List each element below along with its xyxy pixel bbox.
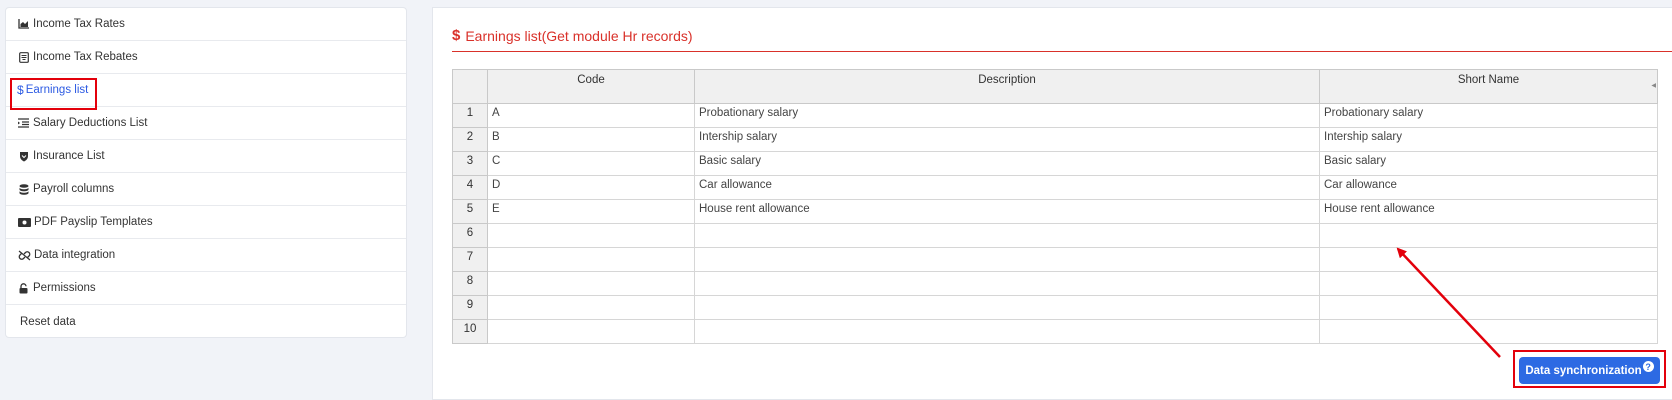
cell-short-name[interactable] [1319,223,1658,248]
receipt-icon [17,51,30,64]
help-icon[interactable]: ? [1642,361,1654,372]
page-title: $ Earnings list(Get module Hr records) [452,27,693,44]
list-indent-icon [17,117,30,130]
sidebar-item-label: Salary Deductions List [33,117,148,129]
chart-area-icon [17,18,30,31]
sidebar-item-salary-deductions-list[interactable]: Salary Deductions List [6,107,406,140]
cell-code[interactable] [487,295,695,320]
sidebar-item-label: Income Tax Rebates [33,51,138,63]
cell-short-name[interactable]: Intership salary [1319,127,1658,152]
table-row: 3 C Basic salary Basic salary [452,151,1658,176]
row-number[interactable]: 3 [452,151,488,176]
cell-code[interactable] [487,247,695,272]
cell-code[interactable] [487,319,695,344]
sidebar-item-label: PDF Payslip Templates [34,216,153,228]
money-bill-icon [17,216,31,229]
scroll-left-icon[interactable]: ◀ [1651,82,1656,89]
row-number[interactable]: 4 [452,175,488,200]
sidebar-item-payroll-columns[interactable]: Payroll columns [6,173,406,206]
table-row: 1 A Probationary salary Probationary sal… [452,103,1658,128]
sidebar-item-label: Payroll columns [33,183,115,195]
table-row: 6 [452,223,1658,248]
cell-code[interactable]: E [487,199,695,224]
cell-short-name[interactable]: Basic salary [1319,151,1658,176]
sidebar-item-pdf-payslip-templates[interactable]: PDF Payslip Templates [6,206,406,239]
cell-code[interactable] [487,223,695,248]
cell-description[interactable]: House rent allowance [694,199,1320,224]
cell-short-name[interactable] [1319,247,1658,272]
cell-description[interactable] [694,223,1320,248]
sidebar-item-label: Data integration [34,249,116,261]
sidebar-item-label: Insurance List [33,150,105,162]
cell-description[interactable] [694,247,1320,272]
cell-description[interactable] [694,295,1320,320]
page-title-text: Earnings list(Get module Hr records) [465,27,693,44]
sidebar-item-income-tax-rates[interactable]: Income Tax Rates [6,8,406,41]
sidebar-item-earnings-list[interactable]: $ Earnings list [6,74,406,110]
row-number[interactable]: 10 [452,319,488,344]
earnings-grid: Code Description Short Name ◀ 1 A Probat… [452,69,1658,344]
cell-code[interactable]: D [487,175,695,200]
table-row: 8 [452,271,1658,296]
unlink-icon [17,249,31,262]
cell-short-name[interactable]: Probationary salary [1319,103,1658,128]
cell-short-name[interactable]: House rent allowance [1319,199,1658,224]
main-panel: $ Earnings list(Get module Hr records) C… [432,7,1672,400]
cell-code[interactable]: B [487,127,695,152]
sidebar-item-label: Income Tax Rates [33,18,125,30]
row-number[interactable]: 8 [452,271,488,296]
cell-description[interactable]: Probationary salary [694,103,1320,128]
table-row: 4 D Car allowance Car allowance [452,175,1658,200]
cell-short-name[interactable] [1319,295,1658,320]
cell-code[interactable]: A [487,103,695,128]
sidebar-item-reset-data[interactable]: Reset data [6,305,406,338]
sidebar-item-label: Reset data [20,315,76,328]
table-row: 7 [452,247,1658,272]
sidebar-item-permissions[interactable]: Permissions [6,272,406,305]
title-divider [452,51,1672,52]
row-number[interactable]: 1 [452,103,488,128]
table-row: 5 E House rent allowance House rent allo… [452,199,1658,224]
cell-short-name[interactable] [1319,319,1658,344]
data-synchronization-label: Data synchronization [1525,364,1642,377]
cell-short-name[interactable] [1319,271,1658,296]
cell-code[interactable]: C [487,151,695,176]
sidebar-item-label: Permissions [33,282,96,294]
sidebar-item-income-tax-rebates[interactable]: Income Tax Rebates [6,41,406,74]
grid-corner-header[interactable] [452,69,488,104]
shield-icon [17,150,30,163]
row-number[interactable]: 5 [452,199,488,224]
column-header-description[interactable]: Description [694,69,1320,104]
settings-sidebar: Income Tax Rates Income Tax Rebates $ Ea… [5,7,407,338]
table-row: 2 B Intership salary Intership salary [452,127,1658,152]
cell-description[interactable]: Intership salary [694,127,1320,152]
cell-description[interactable] [694,319,1320,344]
column-header-short-name-label: Short Name [1457,74,1520,86]
annotation-highlight-box [10,78,97,110]
cell-description[interactable] [694,271,1320,296]
data-synchronization-button[interactable]: Data synchronization ? [1519,357,1660,384]
lock-icon [17,282,30,295]
row-number[interactable]: 7 [452,247,488,272]
sidebar-item-data-integration[interactable]: Data integration [6,239,406,272]
sidebar-item-insurance-list[interactable]: Insurance List [6,140,406,173]
table-row: 10 [452,319,1658,344]
dollar-icon: $ [452,27,461,44]
cell-short-name[interactable]: Car allowance [1319,175,1658,200]
row-number[interactable]: 6 [452,223,488,248]
database-icon [17,183,30,196]
cell-description[interactable]: Basic salary [694,151,1320,176]
table-row: 9 [452,295,1658,320]
row-number[interactable]: 2 [452,127,488,152]
cell-description[interactable]: Car allowance [694,175,1320,200]
column-header-short-name[interactable]: Short Name ◀ [1319,69,1658,104]
cell-code[interactable] [487,271,695,296]
row-number[interactable]: 9 [452,295,488,320]
column-header-code[interactable]: Code [487,69,695,104]
